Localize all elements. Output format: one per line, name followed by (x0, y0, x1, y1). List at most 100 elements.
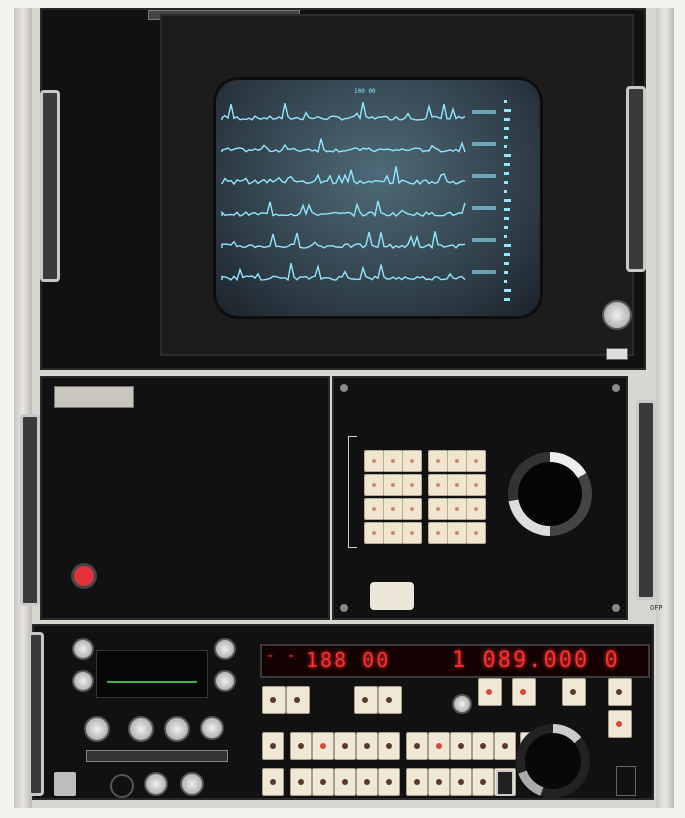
indicator-dot (616, 689, 622, 695)
indicator-dot (436, 743, 442, 749)
step-button[interactable] (512, 678, 536, 706)
left-handle-bottom[interactable] (28, 632, 44, 796)
keypad-key[interactable] (402, 450, 422, 472)
bank-button[interactable] (290, 732, 312, 760)
tuning-knob-icon[interactable] (508, 452, 592, 536)
volume-knob[interactable] (144, 772, 168, 796)
trace-readout-block (472, 110, 496, 114)
keypad-key[interactable] (364, 498, 384, 520)
power-switch[interactable] (616, 766, 636, 796)
tuning-knob-center (518, 462, 582, 526)
bank-button[interactable] (428, 732, 450, 760)
screw (340, 604, 348, 612)
receiver-unit-panel: - - 188 00 1 089.000 0 (28, 624, 654, 800)
squelch-knob[interactable] (180, 772, 204, 796)
bank-button[interactable] (334, 768, 356, 796)
gain-knob-4[interactable] (200, 716, 224, 740)
keypad-key[interactable] (383, 522, 403, 544)
keypad-key[interactable] (428, 522, 448, 544)
mode-button-4[interactable] (378, 686, 402, 714)
bank-button[interactable] (262, 732, 284, 760)
keypad-key[interactable] (364, 474, 384, 496)
indicator-dot (270, 697, 276, 703)
readout-glyph (504, 172, 509, 175)
gain-knob-2[interactable] (128, 716, 154, 742)
keypad-key[interactable] (447, 522, 467, 544)
indicator-dot (458, 743, 464, 749)
left-handle-top[interactable] (40, 90, 60, 282)
mode-button-1[interactable] (262, 686, 286, 714)
readout-glyph (504, 298, 510, 301)
bank-button[interactable] (494, 732, 516, 760)
left-handle-middle[interactable] (20, 414, 40, 606)
keypad-key[interactable] (428, 474, 448, 496)
headphone-jack[interactable] (110, 774, 134, 798)
remote-button-1[interactable] (608, 678, 632, 706)
trace-readout-block (472, 174, 496, 178)
indicator-dot (480, 743, 486, 749)
memory-button[interactable] (562, 678, 586, 706)
remote-button-2[interactable] (608, 710, 632, 738)
indicator-dot (270, 779, 276, 785)
mode-button-2[interactable] (286, 686, 310, 714)
keypad-key[interactable] (383, 498, 403, 520)
input-knob-4[interactable] (214, 670, 236, 692)
input-knob-2[interactable] (72, 670, 94, 692)
main-tuning-dial[interactable] (516, 724, 590, 798)
fine-tune-knob[interactable] (452, 694, 472, 714)
keypad-key[interactable] (383, 474, 403, 496)
bank-button[interactable] (406, 732, 428, 760)
scan-button[interactable] (478, 678, 502, 706)
bank-button[interactable] (312, 732, 334, 760)
bank-button[interactable] (334, 732, 356, 760)
keypad-key[interactable] (402, 498, 422, 520)
readout-glyph (504, 262, 509, 265)
lock-button[interactable] (54, 772, 76, 796)
bank-button[interactable] (312, 768, 334, 796)
indicator-dot (458, 779, 464, 785)
keypad-key[interactable] (447, 474, 467, 496)
power-button[interactable] (74, 566, 94, 586)
input-knob-1[interactable] (72, 638, 94, 660)
brightness-knob[interactable] (602, 300, 632, 330)
indicator-dot (414, 743, 420, 749)
keypad-key[interactable] (383, 450, 403, 472)
indicator-dot (320, 743, 326, 749)
input-knob-3[interactable] (214, 638, 236, 660)
toggle-switch[interactable] (496, 770, 514, 796)
gain-knob-3[interactable] (164, 716, 190, 742)
bank-button[interactable] (450, 768, 472, 796)
bank-button[interactable] (406, 768, 428, 796)
bank-button[interactable] (262, 768, 284, 796)
readout-glyph (504, 208, 510, 211)
bank-button[interactable] (428, 768, 450, 796)
keypad-key[interactable] (428, 450, 448, 472)
keypad-key[interactable] (364, 522, 384, 544)
readout-glyph (504, 226, 508, 229)
bank-button[interactable] (356, 732, 378, 760)
indicator-dot (298, 743, 304, 749)
keypad-key[interactable] (402, 474, 422, 496)
keypad-key[interactable] (466, 474, 486, 496)
right-handle-top[interactable] (626, 86, 646, 272)
bank-button[interactable] (378, 732, 400, 760)
gain-knob-1[interactable] (84, 716, 110, 742)
mode-button-3[interactable] (354, 686, 378, 714)
keypad-key[interactable] (364, 450, 384, 472)
bank-button[interactable] (356, 768, 378, 796)
bank-button[interactable] (378, 768, 400, 796)
keypad-key[interactable] (466, 522, 486, 544)
bank-button[interactable] (472, 768, 494, 796)
keypad-key[interactable] (402, 522, 422, 544)
spectrum-trace (221, 166, 466, 186)
keypad-key[interactable] (447, 498, 467, 520)
right-handle-middle[interactable] (636, 400, 656, 600)
keypad-key[interactable] (466, 498, 486, 520)
keypad-key[interactable] (466, 450, 486, 472)
bank-button[interactable] (472, 732, 494, 760)
bank-button[interactable] (450, 732, 472, 760)
readout-glyph (504, 190, 507, 193)
keypad-key[interactable] (447, 450, 467, 472)
keypad-key[interactable] (428, 498, 448, 520)
bank-button[interactable] (290, 768, 312, 796)
